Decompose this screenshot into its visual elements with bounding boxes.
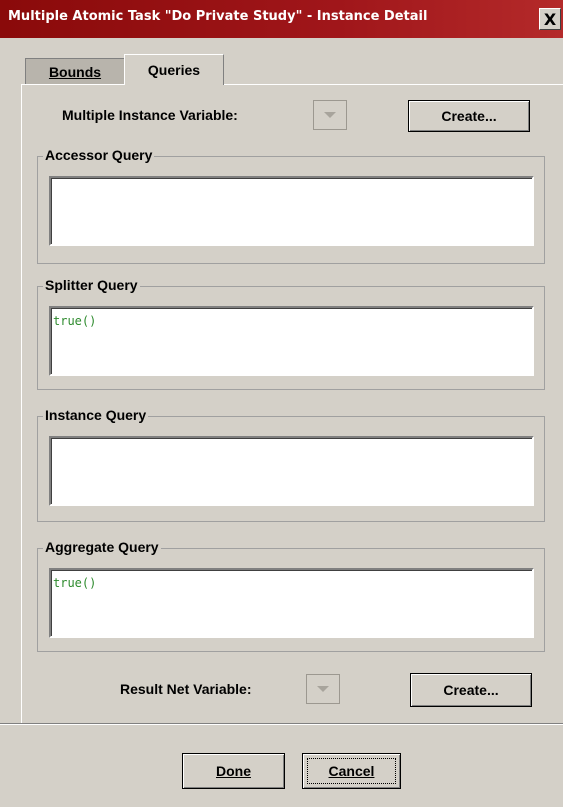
create-button-label: Create... xyxy=(443,682,499,698)
create-button-label: Create... xyxy=(441,108,497,124)
instance-query-title: Instance Query xyxy=(43,407,149,423)
tab-queries[interactable]: Queries xyxy=(124,54,224,85)
close-button[interactable]: X xyxy=(539,8,561,30)
aggregate-query-title: Aggregate Query xyxy=(43,539,161,555)
splitter-query-group: Splitter Query true() xyxy=(37,277,545,390)
dropdown-arrow-icon xyxy=(317,686,329,692)
aggregate-query-group: Aggregate Query true() xyxy=(37,539,545,652)
window-title: Multiple Atomic Task "Do Private Study" … xyxy=(8,9,428,24)
dropdown-arrow-icon xyxy=(324,112,336,118)
multiple-instance-variable-select[interactable] xyxy=(313,100,347,130)
result-net-variable-label: Result Net Variable: xyxy=(120,681,252,697)
splitter-query-input[interactable]: true() xyxy=(49,306,534,376)
accessor-query-title: Accessor Query xyxy=(43,147,155,163)
instance-detail-dialog: Multiple Atomic Task "Do Private Study" … xyxy=(0,0,563,807)
multiple-instance-variable-label: Multiple Instance Variable: xyxy=(62,107,238,123)
result-net-variable-select[interactable] xyxy=(306,674,340,704)
instance-query-input[interactable] xyxy=(49,436,534,506)
done-button[interactable]: Done xyxy=(182,753,285,789)
accessor-query-input[interactable] xyxy=(49,176,534,246)
cancel-button-label: Cancel xyxy=(328,763,375,779)
tab-bounds[interactable]: Bounds xyxy=(25,58,125,84)
tab-bounds-label: Bounds xyxy=(48,63,102,80)
aggregate-query-input[interactable]: true() xyxy=(49,568,534,638)
create-multiple-instance-button[interactable]: Create... xyxy=(408,100,530,132)
create-result-net-button[interactable]: Create... xyxy=(410,673,532,707)
splitter-query-title: Splitter Query xyxy=(43,277,140,293)
done-button-label: Done xyxy=(216,763,251,779)
accessor-query-group: Accessor Query xyxy=(37,147,545,264)
cancel-button[interactable]: Cancel xyxy=(302,753,401,789)
close-icon: X xyxy=(543,9,557,29)
title-bar[interactable]: Multiple Atomic Task "Do Private Study" … xyxy=(0,0,563,38)
instance-query-group: Instance Query xyxy=(37,407,545,522)
tab-queries-label: Queries xyxy=(147,62,201,78)
footer-separator xyxy=(0,723,563,725)
